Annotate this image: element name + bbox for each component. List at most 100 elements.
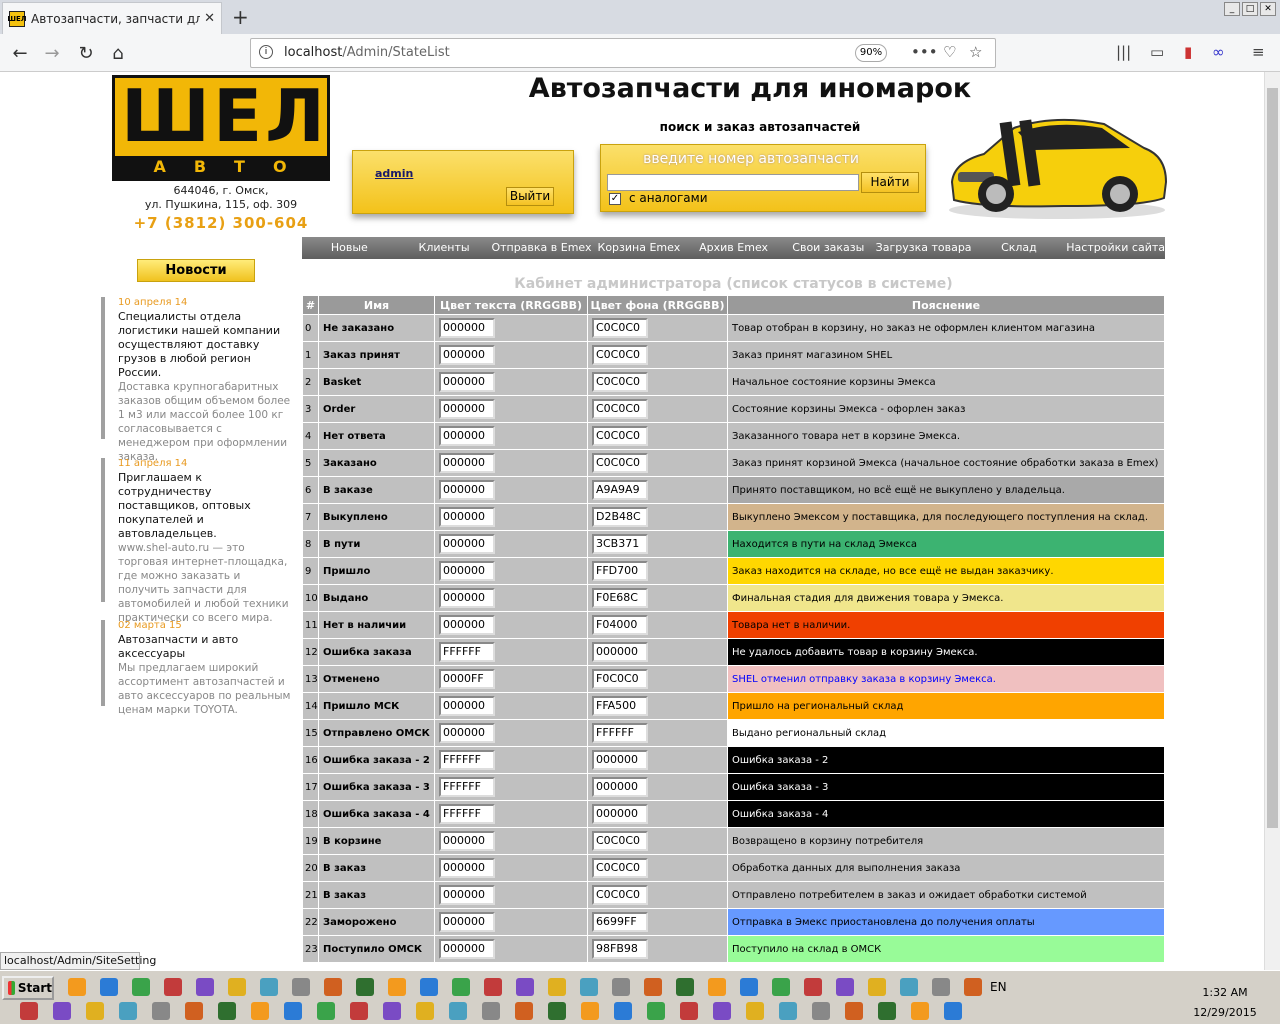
taskbar-app-icon[interactable]	[779, 1002, 797, 1020]
taskbar-app-icon[interactable]	[548, 978, 566, 996]
bg-color-input[interactable]: F0E68C	[592, 588, 648, 608]
taskbar-app-icon[interactable]	[804, 978, 822, 996]
taskbar-app-icon[interactable]	[812, 1002, 830, 1020]
bg-color-input[interactable]: 000000	[592, 777, 648, 797]
user-link[interactable]: admin	[375, 167, 413, 180]
menu-item-upload-goods[interactable]: Загрузка товара	[876, 237, 972, 259]
taskbar-app-icon[interactable]	[86, 1002, 104, 1020]
fg-color-input[interactable]: FFFFFF	[439, 804, 495, 824]
fg-color-input[interactable]: FFFFFF	[439, 777, 495, 797]
fg-color-input[interactable]: 000000	[439, 561, 495, 581]
fg-color-input[interactable]: 000000	[439, 912, 495, 932]
taskbar-app-icon[interactable]	[68, 978, 86, 996]
language-indicator[interactable]: EN	[990, 980, 1007, 994]
bg-color-input[interactable]: 000000	[592, 804, 648, 824]
start-button[interactable]: Start	[2, 976, 54, 1000]
taskbar-app-icon[interactable]	[708, 978, 726, 996]
bg-color-input[interactable]: 3CB371	[592, 534, 648, 554]
fg-color-input[interactable]: 000000	[439, 372, 495, 392]
fg-color-input[interactable]: 000000	[439, 453, 495, 473]
taskbar-app-icon[interactable]	[614, 1002, 632, 1020]
bg-color-input[interactable]: FFFFFF	[592, 723, 648, 743]
fg-color-input[interactable]: 000000	[439, 318, 495, 338]
fg-color-input[interactable]: 000000	[439, 696, 495, 716]
new-tab-button[interactable]: +	[232, 5, 249, 29]
menu-item-warehouse[interactable]: Склад	[972, 237, 1067, 259]
taskbar-app-icon[interactable]	[647, 1002, 665, 1020]
maximize-icon[interactable]: □	[1242, 2, 1258, 16]
taskbar-app-icon[interactable]	[251, 1002, 269, 1020]
fg-color-input[interactable]: 000000	[439, 426, 495, 446]
news-button[interactable]: Новости	[137, 259, 255, 282]
taskbar-app-icon[interactable]	[383, 1002, 401, 1020]
fg-color-input[interactable]: 0000FF	[439, 669, 495, 689]
logout-button[interactable]: Выйти	[506, 187, 554, 206]
bg-color-input[interactable]: C0C0C0	[592, 345, 648, 365]
taskbar-app-icon[interactable]	[324, 978, 342, 996]
taskbar-app-icon[interactable]	[284, 1002, 302, 1020]
taskbar-app-icon[interactable]	[740, 978, 758, 996]
taskbar-app-icon[interactable]	[100, 978, 118, 996]
fg-color-input[interactable]: 000000	[439, 507, 495, 527]
taskbar-app-icon[interactable]	[185, 1002, 203, 1020]
search-button[interactable]: Найти	[861, 172, 919, 193]
menu-item-send-emex[interactable]: Отправка в Emex	[491, 237, 591, 259]
taskbar-app-icon[interactable]	[53, 1002, 71, 1020]
fg-color-input[interactable]: 000000	[439, 939, 495, 959]
zoom-badge[interactable]: 90%	[855, 44, 887, 62]
fg-color-input[interactable]: 000000	[439, 534, 495, 554]
bg-color-input[interactable]: FFA500	[592, 696, 648, 716]
taskbar-app-icon[interactable]	[449, 1002, 467, 1020]
sidebar-icon[interactable]: ▭	[1150, 43, 1164, 61]
menu-item-archive-emex[interactable]: Архив Emex	[686, 237, 781, 259]
back-arrow-icon[interactable]: ←	[6, 41, 34, 65]
bg-color-input[interactable]: 6699FF	[592, 912, 648, 932]
taskbar-app-icon[interactable]	[482, 1002, 500, 1020]
bg-color-input[interactable]: C0C0C0	[592, 426, 648, 446]
page-scrollbar[interactable]	[1264, 72, 1280, 970]
analogs-checkbox[interactable]: ✓	[609, 193, 621, 205]
taskbar-app-icon[interactable]	[878, 1002, 896, 1020]
bg-color-input[interactable]: C0C0C0	[592, 318, 648, 338]
taskbar-app-icon[interactable]	[964, 978, 982, 996]
fg-color-input[interactable]: FFFFFF	[439, 642, 495, 662]
taskbar-app-icon[interactable]	[612, 978, 630, 996]
taskbar-app-icon[interactable]	[548, 1002, 566, 1020]
taskbar-app-icon[interactable]	[676, 978, 694, 996]
taskbar-app-icon[interactable]	[932, 978, 950, 996]
clock[interactable]: 1:32 AM 12/29/2015	[1190, 983, 1260, 1023]
bg-color-input[interactable]: 000000	[592, 750, 648, 770]
news-headline[interactable]: Приглашаем к сотрудничеству поставщиков,…	[118, 471, 291, 541]
menu-item-own-orders[interactable]: Свои заказы	[781, 237, 876, 259]
reload-icon[interactable]: ↻	[72, 41, 100, 65]
taskbar-app-icon[interactable]	[388, 978, 406, 996]
menu-item-site-settings[interactable]: Настройки сайта	[1066, 237, 1165, 259]
taskbar-app-icon[interactable]	[20, 1002, 38, 1020]
fg-color-input[interactable]: 000000	[439, 615, 495, 635]
taskbar-app-icon[interactable]	[516, 978, 534, 996]
taskbar-app-icon[interactable]	[680, 1002, 698, 1020]
fg-color-input[interactable]: 000000	[439, 399, 495, 419]
fg-color-input[interactable]: 000000	[439, 588, 495, 608]
url-bar[interactable]: i localhost/Admin/StateList 90% ••• ♡ ☆	[250, 38, 996, 68]
taskbar-app-icon[interactable]	[746, 1002, 764, 1020]
bg-color-input[interactable]: F04000	[592, 615, 648, 635]
fg-color-input[interactable]: 000000	[439, 831, 495, 851]
taskbar-app-icon[interactable]	[317, 1002, 335, 1020]
menu-hamburger-icon[interactable]: ≡	[1252, 43, 1265, 61]
taskbar-app-icon[interactable]	[356, 978, 374, 996]
fg-color-input[interactable]: 000000	[439, 723, 495, 743]
close-window-icon[interactable]: ✕	[1260, 2, 1276, 16]
taskbar-app-icon[interactable]	[132, 978, 150, 996]
fg-color-input[interactable]: 000000	[439, 885, 495, 905]
taskbar-app-icon[interactable]	[836, 978, 854, 996]
taskbar-app-icon[interactable]	[350, 1002, 368, 1020]
info-icon[interactable]: i	[259, 45, 273, 59]
search-input[interactable]	[607, 174, 859, 191]
pocket-icon[interactable]: ♡	[943, 43, 956, 61]
taskbar-app-icon[interactable]	[580, 978, 598, 996]
bg-color-input[interactable]: D2B48C	[592, 507, 648, 527]
bg-color-input[interactable]: A9A9A9	[592, 480, 648, 500]
close-tab-icon[interactable]: ✕	[204, 11, 215, 26]
taskbar-app-icon[interactable]	[581, 1002, 599, 1020]
